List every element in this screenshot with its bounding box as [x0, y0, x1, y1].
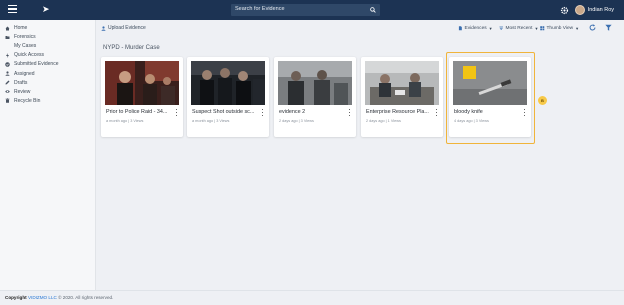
sidebar: Home Forensics My Cases Quick Access Sub… — [0, 20, 96, 290]
sort-label: Most Recent — [505, 26, 533, 31]
sidebar-item-forensics[interactable]: Forensics — [0, 33, 95, 42]
evidence-meta: 2 days ago | 3 Views — [279, 119, 314, 123]
upload-user-icon — [101, 25, 106, 31]
evidence-card[interactable]: evidence 2 2 days ago | 3 Views — [274, 57, 356, 137]
chevron-down-icon: ▼ — [488, 26, 493, 31]
sidebar-item-drafts[interactable]: Drafts — [0, 78, 95, 87]
more-options-icon[interactable] — [262, 109, 264, 116]
sidebar-item-my-cases[interactable]: My Cases — [0, 42, 95, 51]
footer-brand-link[interactable]: VIDIZMO LLC — [28, 295, 57, 300]
settings-icon[interactable] — [560, 6, 569, 15]
menu-icon[interactable] — [8, 5, 17, 14]
evidence-title[interactable]: Prior to Police Raid - 34... — [106, 109, 172, 115]
sidebar-item-recycle-bin[interactable]: Recycle Bin — [0, 96, 95, 105]
user-icon — [5, 71, 10, 76]
sidebar-item-submitted-evidence[interactable]: Submitted Evidence — [0, 60, 95, 69]
sidebar-item-home[interactable]: Home — [0, 24, 95, 33]
user-name[interactable]: Indian Roy — [588, 7, 614, 13]
evidence-card[interactable]: Prior to Police Raid - 34... a month ago… — [101, 57, 183, 137]
more-options-icon[interactable] — [349, 109, 351, 116]
check-icon — [5, 62, 10, 67]
search-placeholder: Search for Evidence — [235, 5, 285, 12]
refresh-icon[interactable] — [589, 24, 596, 31]
sidebar-item-label: Recycle Bin — [14, 97, 41, 104]
page-title: NYPD - Murder Case — [103, 45, 160, 51]
evidence-meta: 2 days ago | 1 Views — [366, 119, 401, 123]
view-label: Thumb View — [546, 26, 574, 31]
sidebar-item-label: Submitted Evidence — [14, 61, 59, 68]
sidebar-item-label: Drafts — [14, 79, 28, 86]
sidebar-item-quick-access[interactable]: Quick Access — [0, 51, 95, 60]
sidebar-item-assigned[interactable]: Assigned — [0, 69, 95, 78]
sidebar-item-label: Quick Access — [14, 52, 45, 59]
upload-evidence-button[interactable]: Upload Evidence — [101, 25, 146, 31]
evidence-title[interactable]: Suspect Shot outside sc... — [192, 109, 258, 115]
sidebar-item-label: Forensics — [14, 34, 36, 41]
bolt-icon — [5, 52, 10, 58]
evidence-thumbnail[interactable] — [365, 61, 439, 105]
evidence-thumbnail[interactable] — [105, 61, 179, 105]
sidebar-item-review[interactable]: Review — [0, 87, 95, 96]
evidence-title[interactable]: Enterprise Resource Pla... — [366, 109, 432, 115]
selection-highlight — [446, 52, 535, 144]
avatar[interactable] — [574, 5, 585, 15]
evidence-card[interactable]: Enterprise Resource Pla... 2 days ago | … — [361, 57, 443, 137]
evidence-card[interactable]: Suspect Shot outside sc... a month ago |… — [187, 57, 269, 137]
evidence-meta: a month ago | 3 Views — [106, 119, 144, 123]
sidebar-item-label: Review — [14, 88, 31, 95]
evidence-filter-dropdown[interactable]: Evidences ▼ — [458, 24, 493, 33]
annotation-badge: B — [538, 96, 547, 105]
chevron-down-icon: ▼ — [534, 26, 539, 31]
home-icon — [5, 26, 10, 31]
more-options-icon[interactable] — [176, 109, 178, 116]
evidence-meta: a month ago | 3 Views — [192, 119, 230, 123]
mouse-cursor-icon: ➤ — [42, 4, 50, 14]
grid-view-icon — [540, 26, 545, 31]
footer: Copyright VIDIZMO LLC © 2020. All rights… — [0, 290, 624, 305]
trash-icon — [5, 98, 10, 104]
file-icon — [458, 26, 462, 31]
sidebar-item-label: Assigned — [14, 70, 35, 77]
edit-icon — [5, 80, 10, 85]
footer-copyright-label: Copyright — [5, 295, 27, 300]
top-bar: ➤ Search for Evidence Indian Roy — [0, 0, 624, 20]
evidence-thumbnail[interactable] — [191, 61, 265, 105]
footer-rights-text: © 2020. All rights reserved. — [58, 295, 114, 300]
folder-icon — [5, 35, 10, 40]
eye-icon — [5, 89, 10, 94]
sort-icon — [499, 26, 504, 31]
evidence-thumbnail[interactable] — [278, 61, 352, 105]
more-options-icon[interactable] — [436, 109, 438, 116]
chevron-down-icon: ▼ — [575, 26, 580, 31]
search-icon[interactable] — [370, 6, 376, 13]
sidebar-item-label: My Cases — [14, 43, 37, 50]
filter-label: Evidences — [464, 26, 487, 31]
search-input[interactable]: Search for Evidence — [231, 4, 380, 16]
upload-label: Upload Evidence — [108, 25, 146, 31]
filter-icon[interactable] — [605, 24, 612, 31]
evidence-title[interactable]: evidence 2 — [279, 109, 345, 115]
sort-dropdown[interactable]: Most Recent ▼ — [499, 24, 538, 33]
view-mode-dropdown[interactable]: Thumb View ▼ — [540, 24, 579, 33]
sidebar-item-label: Home — [14, 25, 28, 32]
